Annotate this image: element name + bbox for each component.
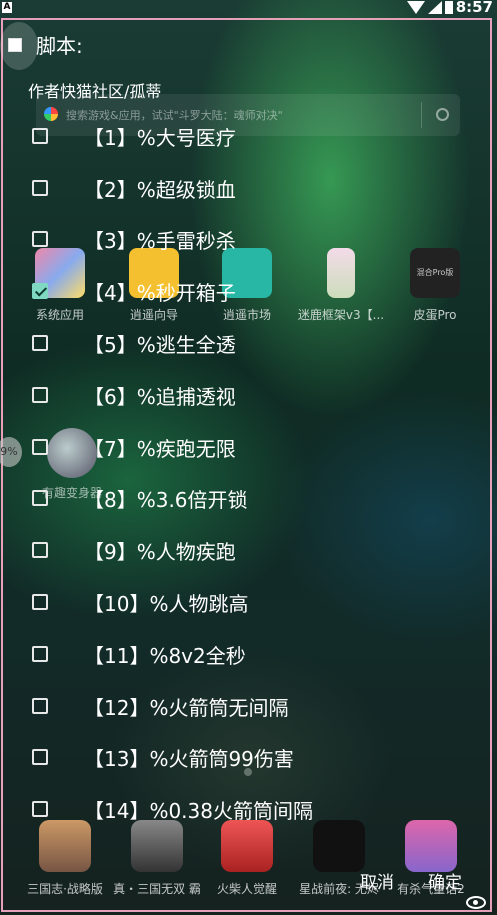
overlay-title: 脚本: xyxy=(36,34,83,58)
script-option[interactable]: 【8】%3.6倍开锁 xyxy=(32,478,248,518)
option-label: 【1】%大号医疗 xyxy=(84,125,236,150)
checkbox[interactable] xyxy=(32,490,48,506)
checkbox[interactable] xyxy=(32,542,48,558)
checkbox[interactable] xyxy=(32,180,48,196)
option-label: 【2】%超级锁血 xyxy=(84,177,236,202)
checkbox[interactable] xyxy=(32,749,48,765)
eye-icon[interactable] xyxy=(466,896,486,909)
option-label: 【6】%追捕透视 xyxy=(84,384,236,409)
checkbox[interactable] xyxy=(32,646,48,662)
option-label: 【7】%疾跑无限 xyxy=(84,436,236,461)
checkbox[interactable] xyxy=(32,128,48,144)
script-option[interactable]: 【1】%大号医疗 xyxy=(32,116,236,156)
wifi-icon xyxy=(406,0,425,14)
option-label: 【5】%逃生全透 xyxy=(84,332,236,357)
battery-icon xyxy=(444,0,453,14)
script-option[interactable]: 【10】%人物跳高 xyxy=(32,582,248,622)
script-option[interactable]: 【14】%0.38火箭筒间隔 xyxy=(32,789,313,829)
checkbox[interactable] xyxy=(32,801,48,817)
option-label: 【13】%火箭筒99伤害 xyxy=(84,746,294,771)
option-label: 【9】%人物疾跑 xyxy=(84,539,236,564)
option-label: 【11】%8v2全秒 xyxy=(84,643,246,668)
author-line: 作者快猫社区/孤蒂 xyxy=(28,82,162,101)
option-label: 【10】%人物跳高 xyxy=(84,591,249,616)
script-option[interactable]: 【6】%追捕透视 xyxy=(32,375,236,415)
option-label: 【14】%0.38火箭筒间隔 xyxy=(84,798,313,823)
ok-button[interactable]: 确定 xyxy=(428,868,462,893)
overlay-title-row: 脚本: xyxy=(8,30,83,59)
checkbox[interactable] xyxy=(32,387,48,403)
option-label: 【8】%3.6倍开锁 xyxy=(84,487,248,512)
option-label: 【12】%火箭筒无间隔 xyxy=(84,695,289,720)
title-checkbox[interactable] xyxy=(8,37,22,52)
script-overlay-frame xyxy=(1,18,492,912)
script-option[interactable]: 【9】%人物疾跑 xyxy=(32,530,236,570)
checkbox[interactable] xyxy=(32,594,48,610)
option-label: 【4】%秒开箱子 xyxy=(84,280,236,305)
checkbox[interactable] xyxy=(32,231,48,247)
script-option[interactable]: 【4】%秒开箱子 xyxy=(32,271,236,311)
checkbox-checked[interactable] xyxy=(32,283,48,299)
cancel-button[interactable]: 取消 xyxy=(360,868,394,893)
script-option[interactable]: 【7】%疾跑无限 xyxy=(32,427,236,467)
signal-icon xyxy=(427,0,442,14)
clock: 8:57 xyxy=(455,0,493,16)
checkbox[interactable] xyxy=(32,698,48,714)
script-option[interactable]: 【2】%超级锁血 xyxy=(32,168,236,208)
checkbox[interactable] xyxy=(32,439,48,455)
option-label: 【3】%手雷秒杀 xyxy=(84,228,236,253)
status-bar: A 8:57 xyxy=(0,0,497,16)
notification-icon: A xyxy=(2,2,12,13)
script-option[interactable]: 【12】%火箭筒无间隔 xyxy=(32,686,288,726)
checkbox[interactable] xyxy=(32,335,48,351)
script-option[interactable]: 【13】%火箭筒99伤害 xyxy=(32,737,294,777)
script-option[interactable]: 【5】%逃生全透 xyxy=(32,323,236,363)
script-option[interactable]: 【11】%8v2全秒 xyxy=(32,634,246,674)
script-option[interactable]: 【3】%手雷秒杀 xyxy=(32,219,236,259)
